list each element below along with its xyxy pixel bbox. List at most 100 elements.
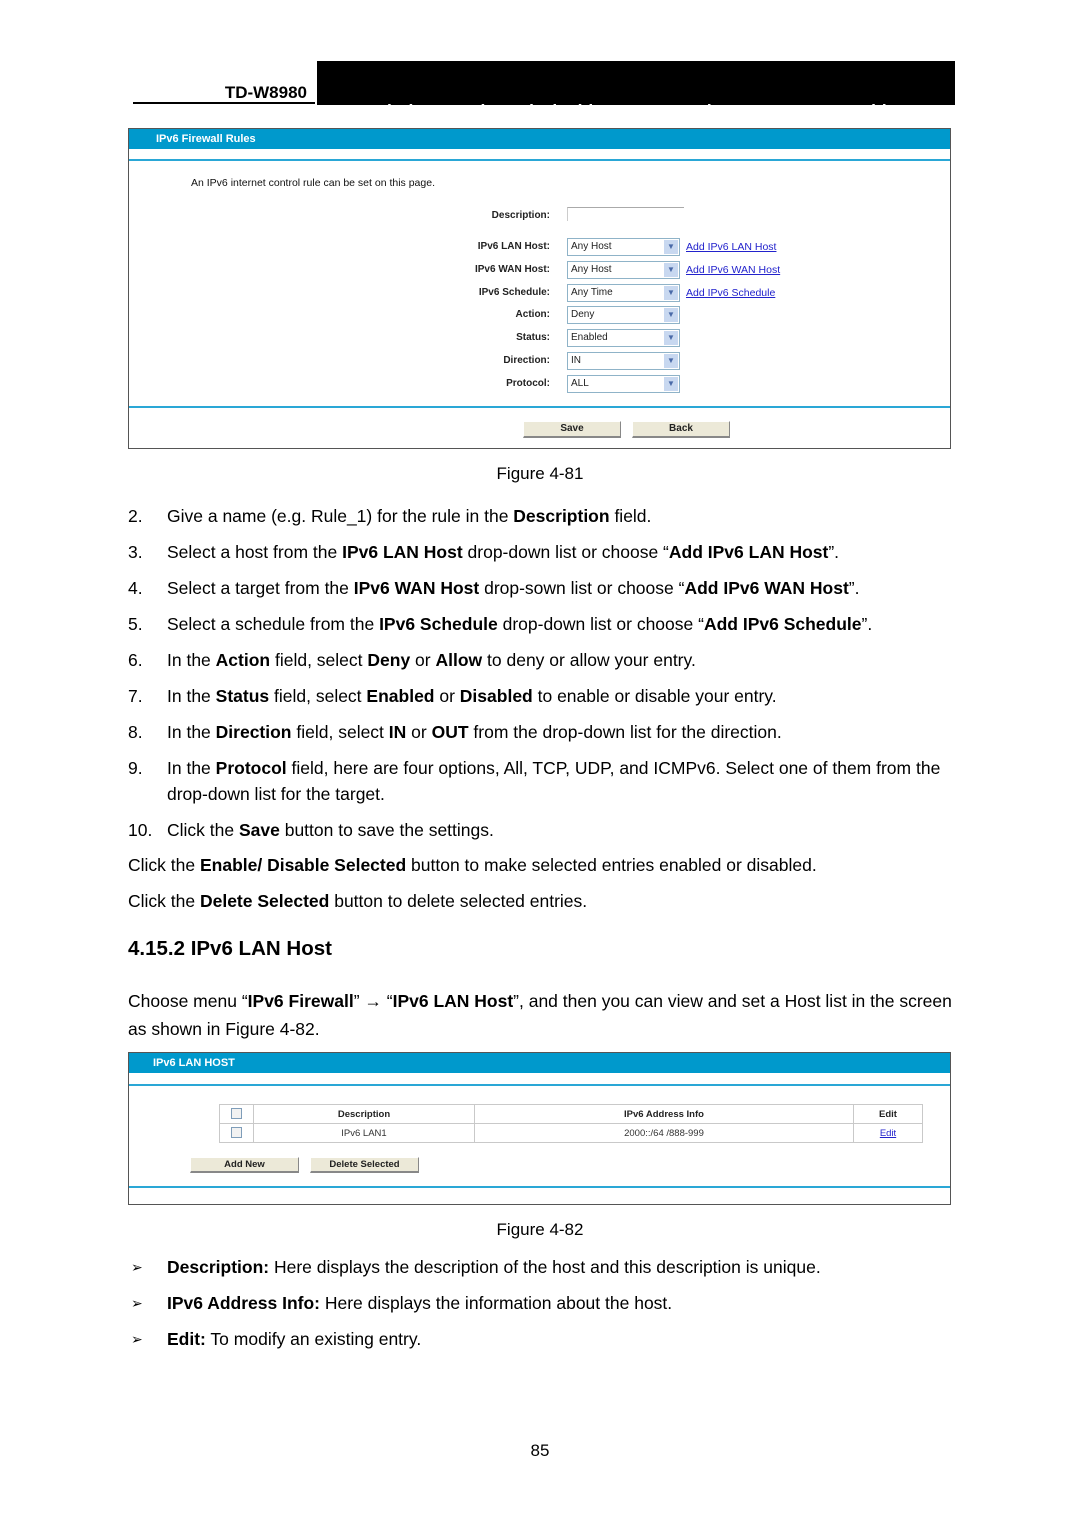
chevron-down-icon[interactable]: ▼ [664, 286, 678, 300]
list-number: 3. [128, 542, 143, 562]
text: drop-sown list or choose “ [479, 578, 685, 598]
description-label: Description: [491, 210, 550, 221]
page-header: TD-W8980 N600 Wireless Dual Band Gigabit… [133, 61, 955, 105]
chevron-down-icon[interactable]: ▼ [664, 240, 678, 254]
chevron-down-icon[interactable]: ▼ [664, 308, 678, 322]
bold-text: OUT [431, 722, 469, 742]
header-title-bar: N600 Wireless Dual Band Gigabit ADSL2+ M… [317, 61, 955, 105]
divider [129, 406, 950, 408]
schedule-select[interactable]: Any Time ▼ [567, 284, 680, 302]
note-paragraph: Click the Delete Selected button to dele… [128, 888, 958, 914]
list-number: 7. [128, 686, 143, 706]
list-number: 8. [128, 722, 143, 742]
text: In the [167, 686, 216, 706]
text: field, select [270, 650, 368, 670]
text: field, select [269, 686, 367, 706]
table-header-row: Description IPv6 Address Info Edit [219, 1104, 923, 1124]
bold-text: Edit: [167, 1329, 206, 1349]
row-checkbox[interactable] [231, 1127, 242, 1139]
action-row: Action: Deny ▼ [129, 306, 950, 326]
text: ”. [861, 614, 873, 634]
bold-text: Action [215, 650, 271, 670]
edit-link[interactable]: Edit [880, 1128, 896, 1139]
add-schedule-link[interactable]: Add IPv6 Schedule [686, 287, 775, 299]
bold-text: Add IPv6 Schedule [703, 614, 862, 634]
text: Select a schedule from the [167, 614, 380, 634]
text: from the drop-down list for the directio… [468, 722, 782, 742]
list-number: 10. [128, 820, 153, 840]
bold-text: Deny [367, 650, 411, 670]
chevron-down-icon[interactable]: ▼ [664, 354, 678, 368]
bold-text: IN [388, 722, 407, 742]
action-select[interactable]: Deny ▼ [567, 306, 680, 324]
chevron-down-icon[interactable]: ▼ [664, 377, 678, 391]
chevron-down-icon[interactable]: ▼ [664, 263, 678, 277]
add-lan-host-link[interactable]: Add IPv6 LAN Host [686, 241, 776, 253]
panel-title: IPv6 LAN HOST [129, 1053, 950, 1073]
chevron-down-icon[interactable]: ▼ [664, 331, 678, 345]
direction-select[interactable]: IN ▼ [567, 352, 680, 370]
text: ” → “ [353, 991, 393, 1011]
description-input[interactable] [567, 207, 684, 221]
list-text: Click the Save button to save the settin… [167, 817, 958, 843]
delete-selected-button[interactable]: Delete Selected [310, 1157, 419, 1173]
select-all-checkbox[interactable] [231, 1108, 242, 1120]
direction-label: Direction: [503, 355, 550, 366]
bold-text: IPv6 LAN Host [342, 542, 463, 562]
text: Click the [167, 820, 239, 840]
status-select[interactable]: Enabled ▼ [567, 329, 680, 347]
text: or [406, 722, 432, 742]
divider [129, 1186, 950, 1188]
wan-host-select[interactable]: Any Host ▼ [567, 261, 680, 279]
list-number: 2. [128, 506, 143, 526]
list-text: In the Protocol field, here are four opt… [167, 755, 958, 807]
bold-text: IPv6 Address Info: [167, 1293, 320, 1313]
text: field. [609, 506, 652, 526]
schedule-row: IPv6 Schedule: Any Time ▼ Add IPv6 Schedu… [129, 284, 950, 304]
text: To modify an existing entry. [205, 1329, 422, 1349]
wan-host-value: Any Host [571, 264, 612, 275]
intro-text: An IPv6 internet control rule can be set… [191, 177, 435, 189]
add-new-button[interactable]: Add New [190, 1157, 299, 1173]
page-number: 85 [530, 1441, 550, 1460]
bullet-text: Description: Here displays the descripti… [167, 1254, 958, 1280]
text: Here displays the information about the … [320, 1293, 673, 1313]
back-button[interactable]: Back [632, 421, 730, 438]
text: or [410, 650, 436, 670]
address-info-cell: 2000::/64 /888-999 [474, 1123, 854, 1143]
text: or [434, 686, 460, 706]
bold-text: IPv6 LAN Host [392, 991, 514, 1011]
protocol-select[interactable]: ALL ▼ [567, 375, 680, 393]
wan-host-label: IPv6 WAN Host: [474, 264, 550, 275]
lan-host-table: Description IPv6 Address Info Edit IPv6 … [219, 1104, 923, 1143]
ipv6-firewall-rules-panel: IPv6 Firewall Rules An IPv6 internet con… [128, 128, 951, 449]
text: drop-down list or choose “ [497, 614, 704, 634]
text: button to make selected entries enabled … [406, 855, 817, 875]
bold-text: Description: [167, 1257, 270, 1277]
section-intro: Choose menu “IPv6 Firewall” → “IPv6 LAN … [128, 987, 958, 1043]
panel-title: IPv6 Firewall Rules [129, 129, 950, 149]
add-wan-host-link[interactable]: Add IPv6 WAN Host [686, 264, 780, 276]
arrow-bullet-icon: ➢ [131, 1259, 143, 1275]
arrow-bullet-icon: ➢ [131, 1295, 143, 1311]
list-number: 4. [128, 578, 143, 598]
bold-text: IPv6 Firewall [247, 991, 354, 1011]
list-text: In the Status field, select Enabled or D… [167, 683, 958, 709]
select-all-cell [219, 1104, 254, 1124]
list-text: Select a target from the IPv6 WAN Host d… [167, 575, 958, 601]
lan-host-select[interactable]: Any Host ▼ [567, 238, 680, 256]
text: button to save the settings. [279, 820, 494, 840]
status-value: Enabled [571, 332, 608, 343]
list-text: In the Direction field, select IN or OUT… [167, 719, 958, 745]
note-paragraph: Click the Enable/ Disable Selected butto… [128, 852, 958, 878]
bold-text: Direction [215, 722, 292, 742]
row-select-cell [219, 1123, 254, 1143]
status-row: Status: Enabled ▼ [129, 329, 950, 349]
bold-text: Add IPv6 LAN Host [668, 542, 829, 562]
text: Select a target from the [167, 578, 354, 598]
column-header: Edit [853, 1104, 923, 1124]
header-title: N600 Wireless Dual Band Gigabit ADSL2+ M… [324, 101, 896, 105]
list-number: 5. [128, 614, 143, 634]
save-button[interactable]: Save [523, 421, 621, 438]
description-row: Description: [129, 207, 950, 227]
